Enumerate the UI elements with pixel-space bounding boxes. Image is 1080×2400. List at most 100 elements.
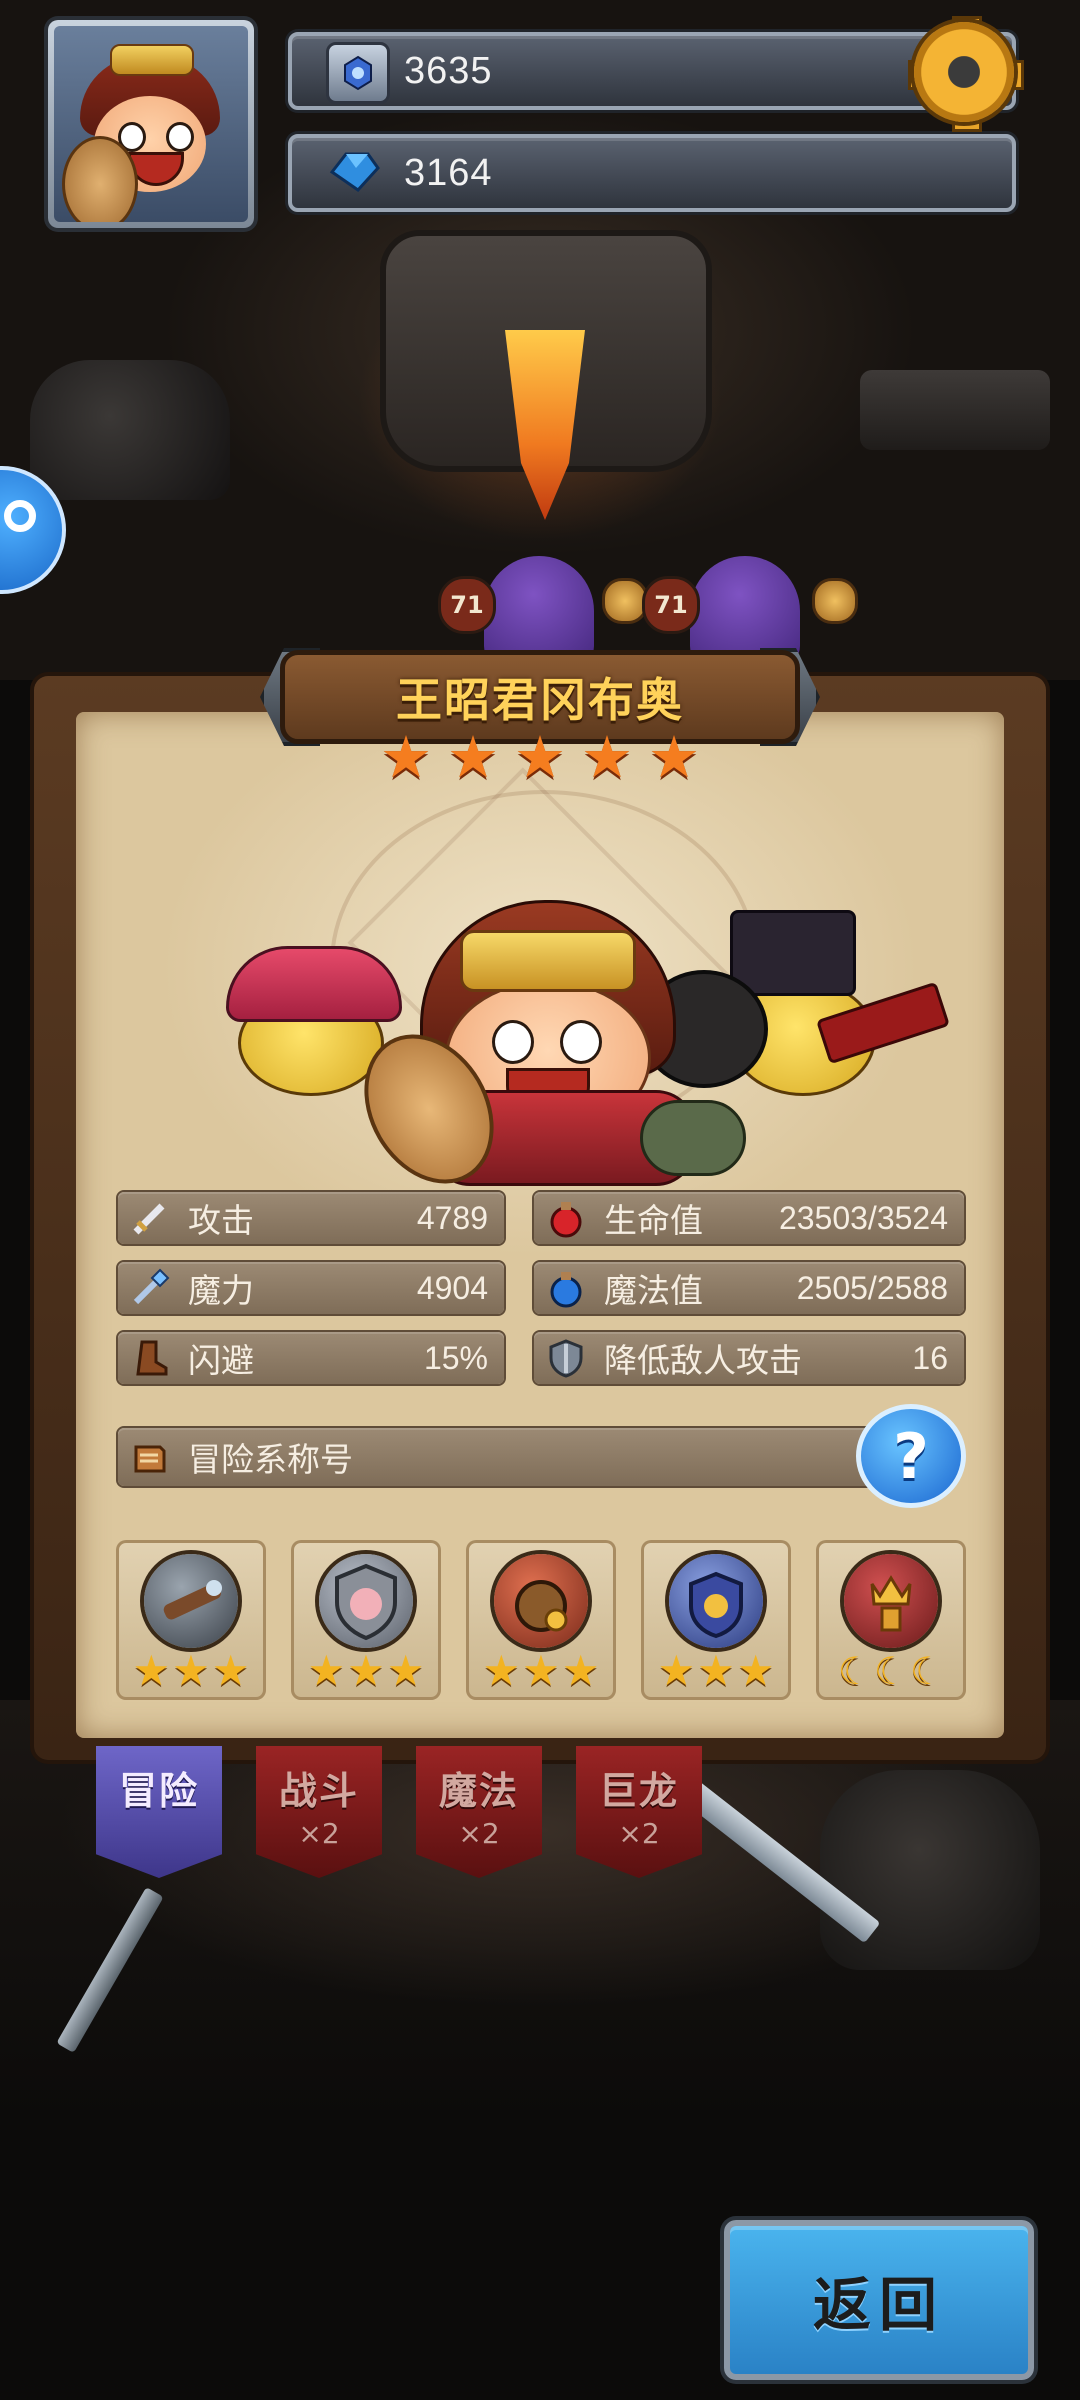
crescent-moon-icon: ☾ bbox=[910, 1649, 945, 1693]
spyglass-icon bbox=[144, 1554, 238, 1648]
star-icon: ★ bbox=[482, 1646, 521, 1695]
stat-magic: 魔力 4904 bbox=[118, 1262, 504, 1314]
settings-gear-button[interactable] bbox=[908, 16, 1024, 132]
enemy-equipment-icon-2 bbox=[812, 578, 858, 624]
magic-staff-icon bbox=[126, 1264, 174, 1312]
stat-dodge-label: 闪避 bbox=[188, 1341, 254, 1380]
tab-label: 冒险 bbox=[118, 1769, 199, 1813]
enemy-level-badge-2: 71 bbox=[642, 576, 700, 634]
mana-potion-icon bbox=[542, 1264, 590, 1312]
star-icon: ★ bbox=[561, 1646, 600, 1695]
shield-icon bbox=[542, 1334, 590, 1382]
tab-adventure[interactable]: 冒险 bbox=[96, 1746, 222, 1878]
adventure-title-label: 冒险系称号 bbox=[188, 1440, 353, 1479]
shield-portrait-icon bbox=[319, 1554, 413, 1648]
helmet-decoration bbox=[820, 1770, 1040, 1970]
search-icon bbox=[4, 500, 36, 532]
avatar-lute-icon bbox=[62, 136, 138, 222]
badge-rating: ★ ★ ★ bbox=[116, 1648, 266, 1694]
laurel-gold-icon bbox=[669, 1554, 763, 1648]
stat-reduce-attack-label: 降低敌人攻击 bbox=[604, 1341, 802, 1380]
companion-left-hat bbox=[226, 946, 402, 1022]
stat-mp-label: 魔法值 bbox=[604, 1271, 703, 1310]
hero-eye bbox=[560, 1020, 602, 1064]
hero-name: 王昭君冈布奥 bbox=[396, 673, 684, 727]
hero-crown-icon bbox=[460, 930, 636, 992]
title-scroll-icon bbox=[126, 1433, 174, 1481]
star-icon: ★ bbox=[211, 1646, 250, 1695]
crescent-moon-icon: ☾ bbox=[837, 1649, 872, 1693]
anvil-decoration bbox=[860, 370, 1050, 450]
coin-bag-icon bbox=[494, 1554, 588, 1648]
crystal-icon bbox=[326, 144, 384, 200]
stat-mp-value: 2505/2588 bbox=[796, 1269, 948, 1306]
star-icon: ★ bbox=[657, 1646, 696, 1695]
star-icon: ★ bbox=[697, 1646, 735, 1695]
gem-resource-bar: 3635 bbox=[288, 32, 1016, 110]
stat-attack-label: 攻击 bbox=[188, 1201, 254, 1240]
tab-label: 战斗 bbox=[278, 1769, 359, 1813]
star-icon: ★ bbox=[386, 1646, 425, 1695]
tab-magic[interactable]: 魔法 ×2 bbox=[416, 1746, 542, 1878]
stat-hp: 生命值 23503/3524 bbox=[534, 1192, 964, 1244]
help-button[interactable]: ? bbox=[856, 1404, 966, 1508]
star-icon: ★ bbox=[581, 723, 633, 791]
stat-attack: 攻击 4789 bbox=[118, 1192, 504, 1244]
avatar-eye bbox=[166, 122, 194, 152]
badge-slot-coin-bag[interactable]: ★ ★ ★ bbox=[466, 1540, 616, 1700]
gem-icon bbox=[326, 42, 390, 104]
star-icon: ★ bbox=[514, 723, 566, 791]
stat-attack-value: 4789 bbox=[416, 1199, 488, 1236]
gear-icon bbox=[914, 22, 1014, 122]
tab-combat[interactable]: 战斗 ×2 bbox=[256, 1746, 382, 1878]
companion-right-top-hat bbox=[730, 910, 856, 996]
stat-magic-value: 4904 bbox=[416, 1269, 488, 1306]
badge-rating: ★ ★ ★ bbox=[291, 1648, 441, 1694]
crystal-resource-bar: 3164 bbox=[288, 134, 1016, 212]
player-avatar[interactable] bbox=[48, 20, 254, 228]
badge-slot-laurel[interactable]: ★ ★ ★ bbox=[641, 1540, 791, 1700]
star-icon: ★ bbox=[736, 1646, 775, 1695]
zombie-hand-decoration bbox=[640, 1100, 746, 1176]
star-icon: ★ bbox=[132, 1646, 171, 1695]
star-icon: ★ bbox=[522, 1646, 560, 1695]
stat-hp-value: 23503/3524 bbox=[778, 1199, 948, 1236]
hero-eye bbox=[492, 1020, 534, 1064]
tab-dragon[interactable]: 巨龙 ×2 bbox=[576, 1746, 702, 1878]
back-button[interactable]: 返回 bbox=[724, 2220, 1034, 2380]
stat-hp-label: 生命值 bbox=[604, 1201, 703, 1240]
health-potion-icon bbox=[542, 1194, 590, 1242]
stat-mp: 魔法值 2505/2588 bbox=[534, 1262, 964, 1314]
badge-slot-shield[interactable]: ★ ★ ★ bbox=[291, 1540, 441, 1700]
star-icon: ★ bbox=[347, 1646, 385, 1695]
badge-rating: ★ ★ ★ bbox=[466, 1648, 616, 1694]
crown-trophy-icon bbox=[844, 1554, 938, 1648]
sword-icon bbox=[126, 1194, 174, 1242]
star-icon: ★ bbox=[648, 723, 700, 791]
stat-dodge-value: 15% bbox=[423, 1339, 488, 1376]
tab-multiplier: ×2 bbox=[298, 1817, 340, 1850]
star-icon: ★ bbox=[380, 723, 432, 791]
enemy-level-badge-1: 71 bbox=[438, 576, 496, 634]
tab-label: 魔法 bbox=[438, 1769, 519, 1813]
coal-pile-decoration bbox=[30, 360, 230, 500]
stat-magic-label: 魔力 bbox=[188, 1271, 254, 1310]
adventure-title-bar[interactable]: 冒险系称号 bbox=[118, 1428, 880, 1486]
badge-rating: ★ ★ ★ bbox=[641, 1648, 791, 1694]
stat-reduce-attack-value: 16 bbox=[912, 1339, 948, 1376]
badge-slot-spyglass[interactable]: ★ ★ ★ bbox=[116, 1540, 266, 1700]
stat-reduce-attack: 降低敌人攻击 16 bbox=[534, 1332, 964, 1384]
back-button-label: 返回 bbox=[812, 2271, 945, 2339]
avatar-crown-icon bbox=[110, 44, 194, 76]
stat-dodge: 闪避 15% bbox=[118, 1332, 504, 1384]
badge-rating: ☾ ☾ ☾ bbox=[816, 1648, 966, 1694]
star-icon: ★ bbox=[447, 723, 499, 791]
question-mark-icon: ? bbox=[893, 1419, 929, 1493]
tab-label: 巨龙 bbox=[598, 1769, 679, 1813]
star-icon: ★ bbox=[172, 1646, 210, 1695]
crystal-count: 3164 bbox=[404, 152, 493, 194]
crescent-moon-icon: ☾ bbox=[873, 1649, 909, 1693]
boot-icon bbox=[126, 1334, 174, 1382]
badge-slot-crown-trophy[interactable]: ☾ ☾ ☾ bbox=[816, 1540, 966, 1700]
hero-star-rating: ★ ★ ★ ★ ★ bbox=[380, 726, 700, 788]
